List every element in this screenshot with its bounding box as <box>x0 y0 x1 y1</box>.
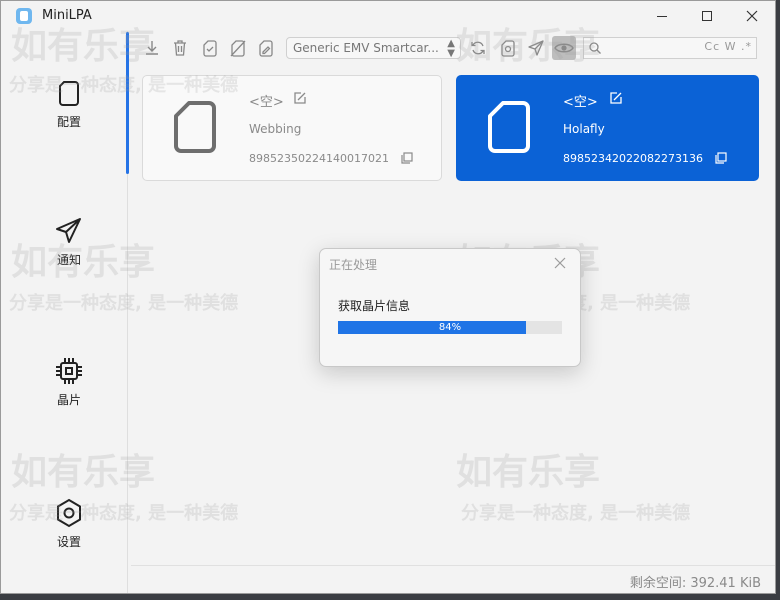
desktop-background <box>0 594 780 600</box>
profile-provider: Webbing <box>249 122 302 136</box>
progress-dialog: 正在处理 获取晶片信息 84% <box>319 248 581 367</box>
profile-card[interactable]: <空> Webbing 89852350224140017021 <box>142 75 442 181</box>
paper-plane-icon <box>56 218 81 243</box>
profile-card-selected[interactable]: <空> Holafly 89852342022082273136 <box>456 75 759 181</box>
profile-iccid: 89852350224140017021 <box>249 152 389 165</box>
refresh-button[interactable] <box>468 38 488 58</box>
search-options[interactable]: Cc W .* <box>704 40 752 53</box>
search-icon <box>589 42 601 54</box>
trash-icon <box>174 40 186 56</box>
sidebar-item-label: 晶片 <box>56 393 81 407</box>
edit-icon[interactable] <box>609 91 623 105</box>
maximize-button[interactable] <box>684 1 730 31</box>
send-icon <box>528 40 544 56</box>
rename-button[interactable] <box>256 38 276 58</box>
sidebar-item-notifications[interactable]: 通知 <box>31 215 107 279</box>
profile-iccid: 89852342022082273136 <box>563 152 703 165</box>
download-button[interactable] <box>142 38 162 58</box>
disable-button[interactable] <box>228 38 248 58</box>
sidebar-item-label: 设置 <box>56 535 81 549</box>
sidebar: 配置 通知 晶片 设置 <box>1 31 129 593</box>
updown-arrows-icon: ▲ ▼ <box>447 38 455 59</box>
hexagon-gear-icon <box>57 498 81 528</box>
eye-toggle-button[interactable] <box>552 36 576 60</box>
maximize-icon <box>702 11 712 21</box>
enable-button[interactable] <box>200 38 220 58</box>
free-space-label: 剩余空间: 392.41 KiB <box>629 576 761 591</box>
chip-icon <box>56 358 82 384</box>
search-input[interactable]: Cc W .* <box>583 37 757 59</box>
minimize-button[interactable] <box>639 1 685 31</box>
delete-button[interactable] <box>170 38 190 58</box>
close-icon[interactable] <box>553 256 567 270</box>
sim-check-icon <box>203 40 217 57</box>
sim-off-icon <box>230 40 246 57</box>
add-profile-button[interactable] <box>498 38 518 58</box>
toolbar: Generic EMV Smartcar... ▲ ▼ Cc W .* <box>131 31 775 65</box>
sidebar-item-settings[interactable]: 设置 <box>31 497 107 561</box>
sidebar-item-chip[interactable]: 晶片 <box>31 355 107 419</box>
progress-label: 84% <box>438 322 462 333</box>
profile-nickname: <空> <box>249 95 284 110</box>
sidebar-item-label: 配置 <box>56 115 81 129</box>
dialog-title: 正在处理 <box>329 258 378 272</box>
title-bar[interactable]: MiniLPA <box>1 1 775 31</box>
sim-card-icon <box>488 101 530 153</box>
close-button[interactable] <box>729 1 775 31</box>
progress-bar: 84% <box>338 321 562 334</box>
refresh-icon <box>471 41 485 55</box>
reader-select[interactable]: Generic EMV Smartcar... ▲ ▼ <box>286 37 461 59</box>
sim-card-icon <box>174 101 216 153</box>
edit-icon[interactable] <box>293 91 307 105</box>
sidebar-item-label: 通知 <box>56 253 81 267</box>
minimize-icon <box>657 16 667 17</box>
sim-edit-icon <box>259 40 273 57</box>
sidebar-active-indicator <box>126 32 129 174</box>
profile-provider: Holafly <box>563 122 605 136</box>
status-bar: 剩余空间: 392.41 KiB <box>131 565 775 593</box>
desktop-background <box>776 0 780 600</box>
profile-nickname: <空> <box>563 95 598 110</box>
reader-select-value: Generic EMV Smartcar... <box>293 41 439 55</box>
download-icon <box>146 41 158 55</box>
eye-icon <box>554 43 574 53</box>
copy-icon[interactable] <box>401 152 413 164</box>
window-title: MiniLPA <box>42 8 92 23</box>
sidebar-item-profiles[interactable]: 配置 <box>31 77 107 141</box>
app-logo-icon <box>16 8 32 24</box>
sim-add-icon <box>501 40 515 57</box>
send-button[interactable] <box>526 38 546 58</box>
dialog-message: 获取晶片信息 <box>338 299 411 313</box>
close-icon <box>746 10 758 22</box>
copy-icon[interactable] <box>715 152 727 164</box>
sim-card-icon <box>59 81 79 106</box>
